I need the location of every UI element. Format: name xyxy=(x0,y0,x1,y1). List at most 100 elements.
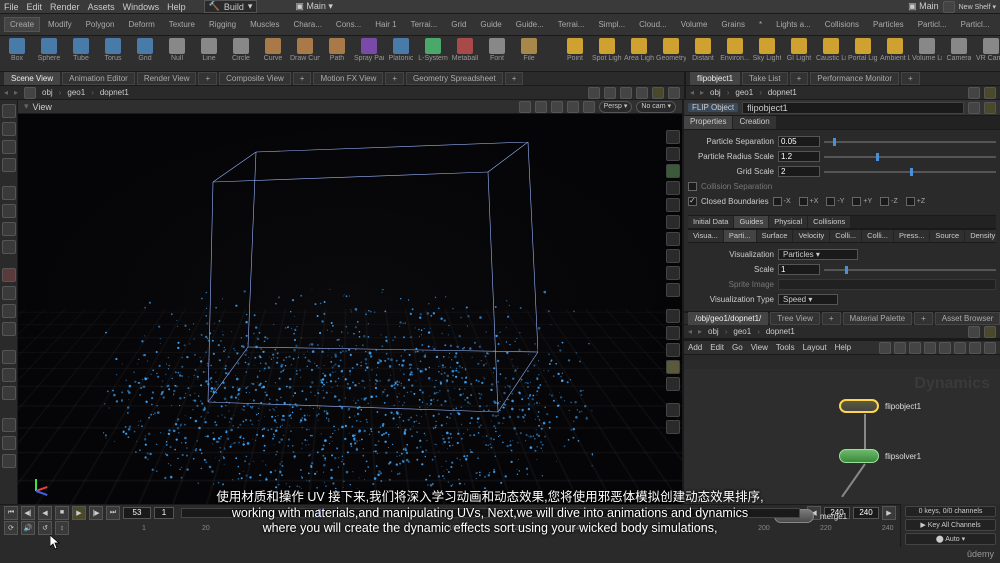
snap-vertex-icon[interactable] xyxy=(2,240,16,254)
shelf-icon[interactable]: Path xyxy=(324,38,350,70)
sub-tab[interactable]: Colli... xyxy=(862,230,893,242)
desktop-selector[interactable]: 🔨 Build ▾ xyxy=(204,0,258,13)
vp-tool-3-icon[interactable] xyxy=(620,87,632,99)
shelf-icon[interactable]: Volume Light xyxy=(914,38,940,70)
shelf-icon[interactable]: Sphere xyxy=(36,38,62,70)
pane-tab[interactable]: + xyxy=(822,312,841,325)
net-pin-icon[interactable] xyxy=(968,326,980,338)
shelf-icon[interactable]: Metaball xyxy=(452,38,478,70)
shelf-icon[interactable]: Distant xyxy=(690,38,716,70)
shelf-tab[interactable]: Create xyxy=(4,17,40,32)
pane-tab[interactable]: Animation Editor xyxy=(62,72,135,85)
new-shelf-icon[interactable] xyxy=(943,1,955,13)
sub-tab[interactable]: Collisions xyxy=(808,216,850,228)
pane-max-icon[interactable] xyxy=(668,87,680,99)
shelf-tab[interactable]: * xyxy=(753,17,768,32)
shelf-icon[interactable]: Draw Curve xyxy=(292,38,318,70)
menu-help[interactable]: Help xyxy=(167,2,186,12)
net-back-icon[interactable]: ◂ xyxy=(688,327,692,336)
timeline-track[interactable] xyxy=(181,508,800,518)
dropdown-viz[interactable]: Particles ▾ xyxy=(778,249,858,260)
goto-first-icon[interactable]: ⏮ xyxy=(4,506,18,520)
node-name-field[interactable]: flipobject1 xyxy=(742,102,964,114)
chk-axis[interactable] xyxy=(852,197,861,206)
net-opt-1-icon[interactable] xyxy=(879,342,891,354)
export-view-icon[interactable] xyxy=(2,436,16,450)
shelf-icon[interactable]: Ambient Light xyxy=(882,38,908,70)
shelf-tab[interactable]: Modify xyxy=(42,17,78,32)
disp-opt-icon[interactable] xyxy=(666,420,680,434)
shelf-tab[interactable]: Terrai... xyxy=(552,17,591,32)
snap-prim-icon[interactable] xyxy=(2,222,16,236)
disp-bg-icon[interactable] xyxy=(666,249,680,263)
pane-tab[interactable]: + xyxy=(505,72,524,85)
net-menu[interactable]: Help xyxy=(835,343,851,352)
snap-edge-icon[interactable] xyxy=(2,204,16,218)
net-opt-8-icon[interactable] xyxy=(984,342,996,354)
menu-render[interactable]: Render xyxy=(50,2,80,12)
shelf-tab[interactable]: Volume xyxy=(675,17,714,32)
slider-sep[interactable] xyxy=(824,141,996,143)
loop-icon[interactable]: ↺ xyxy=(38,521,52,535)
node-help-icon[interactable] xyxy=(984,102,996,114)
sub-tab[interactable]: Velocity xyxy=(793,230,829,242)
shelf-tab[interactable]: Lights a... xyxy=(770,17,817,32)
vp-disp-1-icon[interactable] xyxy=(519,101,531,113)
shelf-icon[interactable]: Tube xyxy=(68,38,94,70)
net-crumb-dopnet1[interactable]: dopnet1 xyxy=(766,327,795,336)
slider-rad[interactable] xyxy=(824,156,996,158)
persp-pill[interactable]: Persp ▾ xyxy=(599,101,633,113)
crumb-geo1[interactable]: geo1 xyxy=(67,88,85,97)
current-frame-field[interactable] xyxy=(123,507,151,519)
disp-shade-icon[interactable] xyxy=(666,198,680,212)
disp-pts-icon[interactable] xyxy=(666,130,680,144)
net-opt-6-icon[interactable] xyxy=(954,342,966,354)
shelf-icon[interactable]: Torus xyxy=(100,38,126,70)
chk-collsep[interactable] xyxy=(688,182,697,191)
shelf-icon[interactable]: Caustic Light xyxy=(818,38,844,70)
shelf-tab[interactable]: Guide xyxy=(474,17,507,32)
menu-windows[interactable]: Windows xyxy=(123,2,160,12)
step-back-icon[interactable]: ◀| xyxy=(21,506,35,520)
play-back-icon[interactable]: ◀ xyxy=(38,506,52,520)
crumb-p-dopnet1[interactable]: dopnet1 xyxy=(768,88,797,97)
shelf-icon[interactable]: Portal Light xyxy=(850,38,876,70)
scale-tool-icon[interactable] xyxy=(2,158,16,172)
shelf-icon[interactable]: L-System xyxy=(420,38,446,70)
fwd-icon[interactable]: ▸ xyxy=(14,88,18,97)
menu-edit[interactable]: Edit xyxy=(27,2,43,12)
pane-tab[interactable]: + xyxy=(198,72,217,85)
shelf-tab[interactable]: Grid xyxy=(445,17,472,32)
smoothshaded-icon[interactable] xyxy=(666,360,680,374)
net-menu[interactable]: Go xyxy=(732,343,743,352)
chk-axis[interactable] xyxy=(773,197,782,206)
network-canvas[interactable]: Dynamics flipobject1 flipsolver1 merge1 xyxy=(684,369,1000,504)
shelf-tab[interactable]: Texture xyxy=(163,17,201,32)
pane-tab[interactable]: Render View xyxy=(137,72,197,85)
slider-grid[interactable] xyxy=(824,171,996,173)
realtime-icon[interactable]: ⟳ xyxy=(4,521,18,535)
tab-creation[interactable]: Creation xyxy=(733,116,775,129)
crumb-p-obj[interactable]: obj xyxy=(710,88,721,97)
smoothwire-icon[interactable] xyxy=(666,377,680,391)
pane-tab[interactable]: /obj/geo1/dopnet1/ xyxy=(688,312,768,325)
path-home-icon[interactable] xyxy=(24,87,36,99)
network-view[interactable]: AddEditGoViewToolsLayoutHelp Dynamics xyxy=(684,339,1000,504)
net-crumb-obj[interactable]: obj xyxy=(708,327,719,336)
pane-tab[interactable]: + xyxy=(914,312,933,325)
shelf-tab[interactable]: Cons... xyxy=(330,17,367,32)
sub-tab[interactable]: Parti... xyxy=(724,230,756,242)
shelf-icon[interactable]: Curve xyxy=(260,38,286,70)
pane-tab[interactable]: Motion FX View xyxy=(313,72,383,85)
sub-tab[interactable]: Source xyxy=(930,230,964,242)
shelf-set-label[interactable]: ▣ Main ▾ xyxy=(295,1,333,12)
goto-last-icon[interactable]: ⏭ xyxy=(106,506,120,520)
disp-wire-icon[interactable] xyxy=(666,181,680,195)
step-fwd-icon[interactable]: |▶ xyxy=(89,506,103,520)
shelf-tab[interactable]: Cloud... xyxy=(633,17,673,32)
chk-axis[interactable] xyxy=(906,197,915,206)
net-opt-2-icon[interactable] xyxy=(894,342,906,354)
shelf-icon[interactable]: Null xyxy=(164,38,190,70)
pane-tab[interactable]: Geometry Spreadsheet xyxy=(406,72,503,85)
disp-cam-icon[interactable] xyxy=(666,266,680,280)
